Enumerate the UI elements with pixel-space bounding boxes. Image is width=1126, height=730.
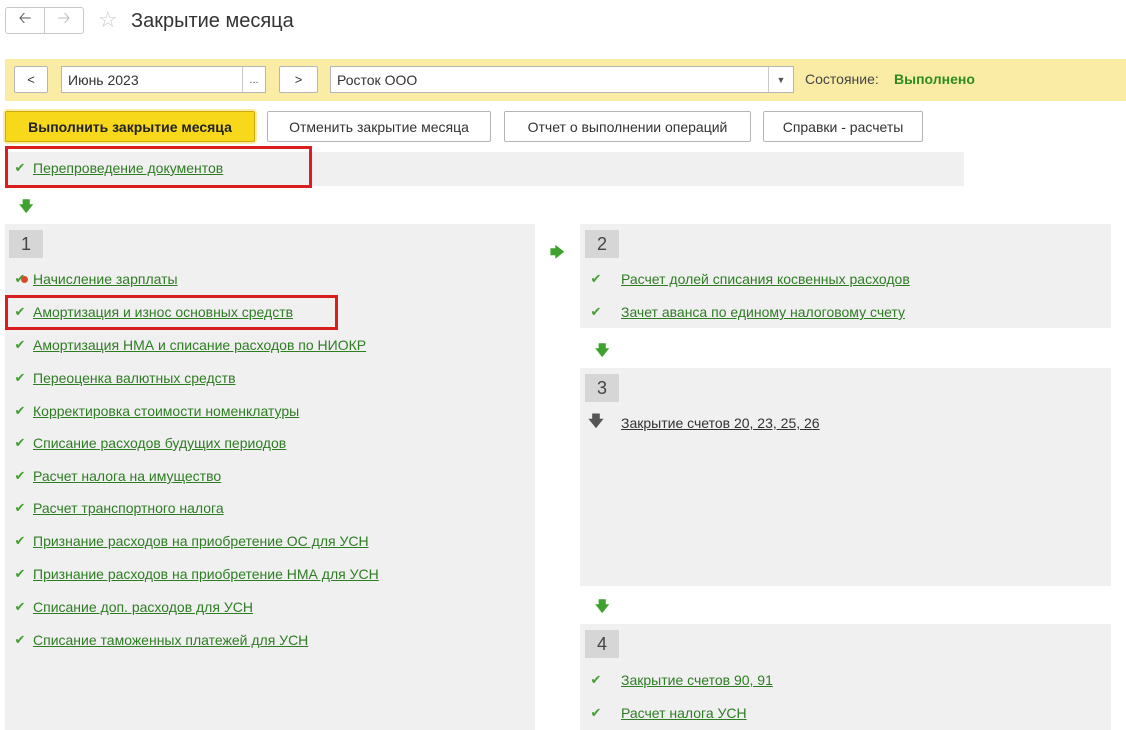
task-row[interactable]: 🡇 Закрытие счетов 20, 23, 25, 26 <box>583 412 820 433</box>
arrow-right-icon: 🡢 <box>57 10 71 27</box>
back-button[interactable]: 🡠 <box>5 7 45 34</box>
task-link[interactable]: Начисление зарплаты <box>33 271 178 287</box>
operations-report-button[interactable]: Отчет о выполнении операций <box>504 111 751 142</box>
arrow-right-icon: 🡆 <box>550 244 565 260</box>
state-value: Выполнено <box>894 71 975 87</box>
task-link[interactable]: Расчет транспортного налога <box>33 500 224 516</box>
check-icon: ✔ <box>14 599 26 614</box>
task-row[interactable]: ✔ Переоценка валютных средств <box>7 368 236 388</box>
check-icon: ✔ <box>14 468 26 483</box>
check-edit-icon: ✔ <box>7 271 33 287</box>
task-link[interactable]: Закрытие счетов 20, 23, 25, 26 <box>621 415 820 431</box>
task-row[interactable]: ✔ Корректировка стоимости номенклатуры <box>7 401 300 421</box>
period-value: Июнь 2023 <box>68 71 139 88</box>
task-link[interactable]: Списание таможенных платежей для УСН <box>33 632 308 648</box>
task-link[interactable]: Списание доп. расходов для УСН <box>33 599 253 615</box>
period-select-button[interactable]: ... <box>242 67 265 92</box>
check-icon: ✔ <box>590 271 602 286</box>
task-link[interactable]: Расчет долей списания косвенных расходов <box>621 271 910 287</box>
check-icon: ✔ <box>590 304 602 319</box>
task-row[interactable]: ✔ Закрытие счетов 90, 91 <box>583 670 773 690</box>
task-row[interactable]: ✔ Списание расходов будущих периодов <box>7 433 287 453</box>
organization-field[interactable]: Росток ООО ▼ <box>330 66 794 93</box>
task-row[interactable]: ✔ Признание расходов на приобретение ОС … <box>7 531 369 551</box>
group-number: 3 <box>585 374 619 402</box>
group-number: 1 <box>9 230 43 258</box>
arrow-down-icon: 🡇 <box>595 598 610 614</box>
highlight-frame <box>5 295 338 330</box>
task-row[interactable]: ✔ Списание доп. расходов для УСН <box>7 597 253 617</box>
cancel-closing-button[interactable]: Отменить закрытие месяца <box>267 111 491 142</box>
task-link[interactable]: Расчет налога УСН <box>621 705 747 721</box>
dropdown-arrow-icon[interactable]: ▼ <box>768 67 793 92</box>
task-link[interactable]: Закрытие счетов 90, 91 <box>621 672 773 688</box>
task-row[interactable]: ✔ Расчет транспортного налога <box>7 498 224 518</box>
next-period-button[interactable]: > <box>279 66 318 93</box>
run-closing-button[interactable]: Выполнить закрытие месяца <box>5 111 255 142</box>
task-link[interactable]: Зачет аванса по единому налоговому счету <box>621 304 905 320</box>
state-label: Состояние: <box>805 71 879 87</box>
prev-period-button[interactable]: < <box>14 66 48 93</box>
task-link[interactable]: Расчет налога на имущество <box>33 468 221 484</box>
arrow-left-icon: 🡠 <box>18 10 32 27</box>
task-link[interactable]: Списание расходов будущих периодов <box>33 435 286 451</box>
organization-value: Росток ООО <box>337 71 418 88</box>
task-link[interactable]: Переоценка валютных средств <box>33 370 236 386</box>
highlight-frame <box>5 146 312 188</box>
check-icon: ✔ <box>590 672 602 687</box>
check-icon: ✔ <box>14 632 26 647</box>
period-field[interactable]: Июнь 2023 ... <box>61 66 266 93</box>
check-icon: ✔ <box>14 403 26 418</box>
group-3-panel: 3 🡇 Закрытие счетов 20, 23, 25, 26 <box>580 368 1111 586</box>
arrow-down-icon: 🡇 <box>595 342 610 358</box>
task-row[interactable]: ✔ Амортизация НМА и списание расходов по… <box>7 335 367 355</box>
check-icon: ✔ <box>14 370 26 385</box>
arrow-down-icon: 🡇 <box>19 198 34 214</box>
task-row[interactable]: ✔ Расчет налога на имущество <box>7 466 222 486</box>
check-icon: ✔ <box>590 705 602 720</box>
forward-button[interactable]: 🡢 <box>44 7 84 34</box>
check-icon: ✔ <box>14 435 26 450</box>
favorite-star-icon[interactable]: ☆ <box>98 8 118 32</box>
check-icon: ✔ <box>14 566 26 581</box>
task-link[interactable]: Признание расходов на приобретение ОС дл… <box>33 533 369 549</box>
task-row[interactable]: ✔ Расчет налога УСН <box>583 703 747 723</box>
group-number: 4 <box>585 630 619 658</box>
calculations-button[interactable]: Справки - расчеты <box>763 111 923 142</box>
page-title: Закрытие месяца <box>131 10 294 32</box>
group-4-panel: 4 ✔ Закрытие счетов 90, 91 ✔ Расчет нало… <box>580 624 1111 730</box>
check-icon: ✔ <box>14 337 26 352</box>
group-number: 2 <box>585 230 619 258</box>
task-row[interactable]: ✔ Признание расходов на приобретение НМА… <box>7 564 379 584</box>
task-row[interactable]: ✔ Начисление зарплаты <box>7 269 178 289</box>
task-row[interactable]: ✔ Списание таможенных платежей для УСН <box>7 630 309 650</box>
task-link[interactable]: Амортизация НМА и списание расходов по Н… <box>33 337 366 353</box>
task-link[interactable]: Признание расходов на приобретение НМА д… <box>33 566 379 582</box>
task-row[interactable]: ✔ Расчет долей списания косвенных расход… <box>583 269 910 289</box>
check-icon: ✔ <box>14 533 26 548</box>
task-row[interactable]: ✔ Зачет аванса по единому налоговому сче… <box>583 302 905 322</box>
task-link[interactable]: Корректировка стоимости номенклатуры <box>33 403 299 419</box>
check-icon: ✔ <box>14 500 26 515</box>
arrow-down-gray-icon: 🡇 <box>588 412 604 430</box>
group-2-panel: 2 ✔ Расчет долей списания косвенных расх… <box>580 224 1111 328</box>
